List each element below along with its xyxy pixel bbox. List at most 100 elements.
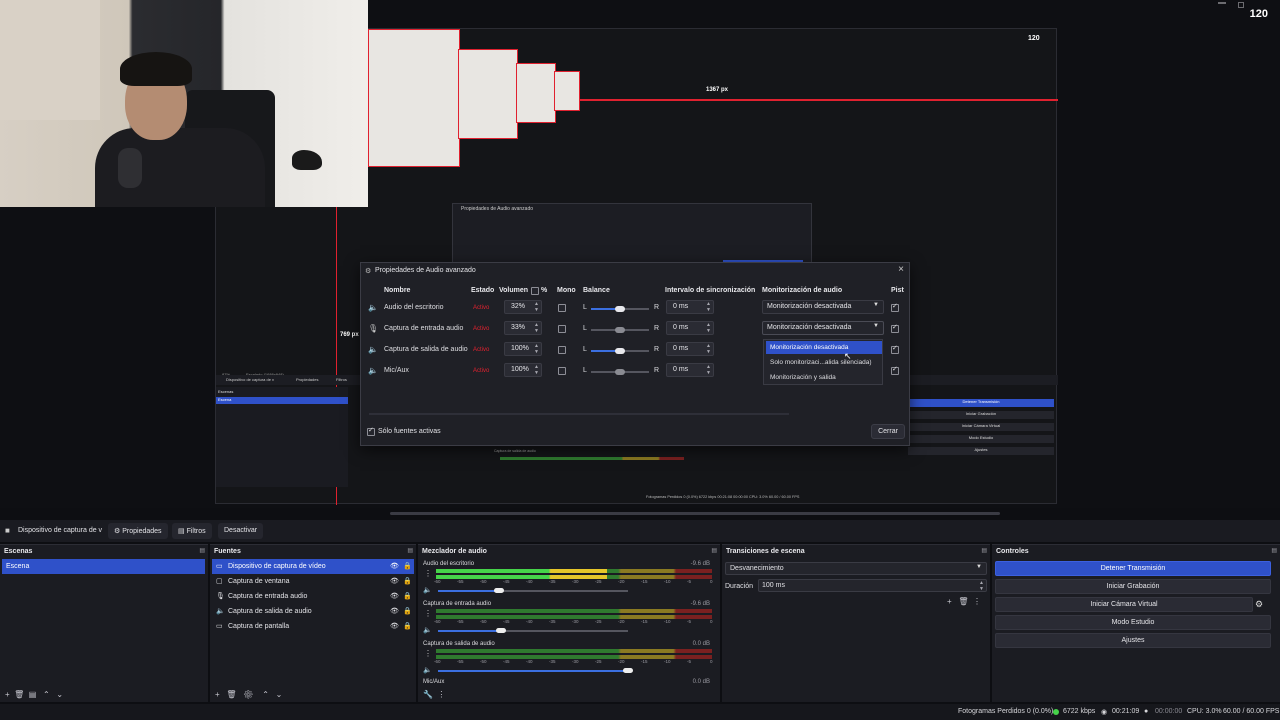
sync-spinbox[interactable]: 0 ms ▲ ▼	[666, 300, 714, 314]
spin-arrows-icon[interactable]: ▲ ▼	[706, 301, 711, 313]
volume-slider[interactable]	[438, 630, 501, 632]
trash-icon[interactable]: 🗑	[958, 597, 968, 606]
eye-icon[interactable]: 👁	[390, 622, 399, 630]
dock-float-icon[interactable]: ▤	[199, 547, 205, 554]
trash-icon[interactable]: 🗑	[226, 690, 236, 699]
filters-button[interactable]: ▤ Filtros	[172, 523, 212, 539]
spin-arrows-icon[interactable]: ▲ ▼	[534, 301, 539, 313]
more-icon[interactable]: ⋮	[424, 569, 432, 578]
spin-arrows-icon[interactable]: ▲ ▼	[979, 580, 984, 592]
spin-arrows-icon[interactable]: ▲ ▼	[706, 343, 711, 355]
add-icon[interactable]: +	[215, 690, 220, 699]
start-recording-button[interactable]: Iniciar Grabación	[995, 579, 1271, 594]
volume-percent-checkbox[interactable]	[531, 287, 539, 295]
mono-checkbox[interactable]	[558, 346, 566, 354]
balance-knob[interactable]	[615, 369, 625, 375]
dock-float-icon[interactable]: ▤	[1271, 547, 1277, 554]
close-button[interactable]: Cerrar	[871, 424, 905, 439]
speaker-icon[interactable]: 🔈	[423, 666, 432, 674]
volume-knob[interactable]	[495, 628, 506, 633]
eye-icon[interactable]: 👁	[390, 577, 399, 585]
lock-icon[interactable]: 🔒	[403, 592, 412, 600]
gear-icon[interactable]: ⚙	[243, 690, 253, 699]
volume-slider[interactable]	[438, 670, 628, 672]
dock-float-icon[interactable]: ▤	[711, 547, 717, 554]
balance-knob[interactable]	[615, 327, 625, 333]
mono-checkbox[interactable]	[558, 304, 566, 312]
more-icon[interactable]: ⋮	[424, 609, 432, 618]
spin-arrows-icon[interactable]: ▲ ▼	[706, 322, 711, 334]
arrow-up-icon[interactable]: ⌃	[43, 690, 50, 699]
dropdown-option[interactable]: Monitorización y salida	[766, 371, 882, 384]
preview-scrollbar[interactable]	[390, 512, 1000, 515]
volume-knob[interactable]	[493, 588, 504, 593]
monitor-combo[interactable]: Monitorización desactivada ▼	[762, 300, 884, 314]
add-icon[interactable]: +	[947, 597, 952, 606]
more-icon[interactable]: ⋮	[973, 597, 981, 606]
duration-spinbox[interactable]: 100 ms ▲ ▼	[758, 579, 987, 592]
sync-spinbox[interactable]: 0 ms ▲ ▼	[666, 321, 714, 335]
preview-canvas[interactable]: 120 1367 px 769 px 120 Propiedades de Au…	[0, 0, 1280, 508]
volume-spinbox[interactable]: 100% ▲ ▼	[504, 363, 542, 377]
monitor-combo[interactable]: Monitorización desactivada ▼	[762, 321, 884, 335]
horizontal-scrollbar[interactable]	[369, 413, 789, 415]
lock-icon[interactable]: 🔒	[403, 622, 412, 630]
track-checkbox[interactable]: ✓	[891, 303, 899, 312]
speaker-icon[interactable]: 🔈	[423, 626, 432, 634]
arrow-up-icon[interactable]: ⌃	[262, 690, 269, 699]
minimize-icon[interactable]	[1218, 2, 1226, 4]
volume-spinbox[interactable]: 33% ▲ ▼	[504, 321, 542, 335]
arrow-down-icon[interactable]: ⌄	[56, 690, 63, 699]
volume-spinbox[interactable]: 32% ▲ ▼	[504, 300, 542, 314]
sync-spinbox[interactable]: 0 ms ▲ ▼	[666, 363, 714, 377]
close-icon[interactable]: ×	[898, 264, 904, 275]
sync-spinbox[interactable]: 0 ms ▲ ▼	[666, 342, 714, 356]
spin-arrows-icon[interactable]: ▲ ▼	[534, 364, 539, 376]
only-active-checkbox[interactable]: ✓	[367, 427, 375, 436]
lock-icon[interactable]: 🔒	[403, 577, 412, 585]
dropdown-option[interactable]: Solo monitorizaci...alida silenciada)	[766, 356, 882, 369]
spin-arrows-icon[interactable]: ▲ ▼	[706, 364, 711, 376]
spin-arrows-icon[interactable]: ▲ ▼	[534, 322, 539, 334]
settings-button[interactable]: Ajustes	[995, 633, 1271, 648]
lock-icon[interactable]: 🔒	[403, 607, 412, 615]
transition-select[interactable]: Desvanecimiento ▼	[725, 562, 987, 575]
more-icon[interactable]: ⋮	[437, 690, 445, 699]
add-icon[interactable]: +	[5, 690, 10, 699]
dock-float-icon[interactable]: ▤	[981, 547, 987, 554]
scene-item[interactable]: Escena	[2, 559, 205, 574]
stop-streaming-button[interactable]: Detener Transmisión	[995, 561, 1271, 576]
dock-float-icon[interactable]: ▤	[407, 547, 413, 554]
arrow-down-icon[interactable]: ⌄	[276, 690, 283, 699]
eye-icon[interactable]: 👁	[390, 562, 399, 570]
source-item[interactable]: 🔈 Captura de salida de audio 👁 🔒	[212, 604, 414, 619]
source-item[interactable]: ▭ Dispositivo de captura de vídeo 👁 🔒	[212, 559, 414, 574]
balance-knob[interactable]	[615, 306, 625, 312]
mono-checkbox[interactable]	[558, 367, 566, 375]
filter-icon[interactable]: ▤	[29, 690, 37, 699]
gear-icon[interactable]: ⚙	[1255, 599, 1263, 610]
track-checkbox[interactable]: ✓	[891, 345, 899, 354]
volume-slider[interactable]	[438, 590, 499, 592]
source-item[interactable]: 🎙 Captura de entrada audio 👁 🔒	[212, 589, 414, 604]
balance-knob[interactable]	[615, 348, 625, 354]
dropdown-option[interactable]: Monitorización desactivada	[766, 341, 882, 354]
track-checkbox[interactable]: ✓	[891, 324, 899, 333]
start-virtual-camera-button[interactable]: Iniciar Cámara Virtual	[995, 597, 1253, 612]
properties-button[interactable]: ⚙ Propiedades	[108, 523, 168, 539]
speaker-icon[interactable]: 🔈	[423, 586, 432, 594]
volume-knob[interactable]	[623, 668, 633, 673]
studio-mode-button[interactable]: Modo Estudio	[995, 615, 1271, 630]
track-checkbox[interactable]: ✓	[891, 366, 899, 375]
spin-arrows-icon[interactable]: ▲ ▼	[534, 343, 539, 355]
maximize-icon[interactable]	[1238, 2, 1244, 8]
eye-icon[interactable]: 👁	[390, 607, 399, 615]
eye-icon[interactable]: 👁	[390, 592, 399, 600]
deactivate-button[interactable]: Desactivar	[218, 523, 264, 539]
volume-spinbox[interactable]: 100% ▲ ▼	[504, 342, 542, 356]
source-item[interactable]: ▢ Captura de ventana 👁 🔒	[212, 574, 414, 589]
source-item[interactable]: ▭ Captura de pantalla 👁 🔒	[212, 619, 414, 634]
more-icon[interactable]: ⋮	[424, 649, 432, 658]
wrench-icon[interactable]: 🔧	[423, 690, 433, 699]
trash-icon[interactable]: 🗑	[14, 690, 24, 699]
